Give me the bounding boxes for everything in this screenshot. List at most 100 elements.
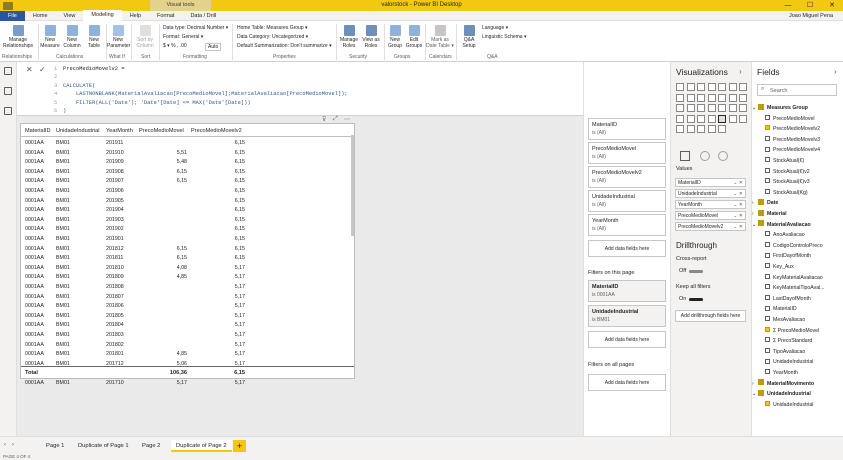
tab-help[interactable]: Help <box>122 11 149 21</box>
line-clustered-visual-icon[interactable] <box>707 93 716 102</box>
table-row[interactable]: 0001AA BM01 201902 6,15 <box>21 224 354 234</box>
slicer-visual-icon[interactable] <box>707 114 716 123</box>
table-row[interactable]: 0001AA BM01 201905 6,15 <box>21 196 354 206</box>
field-checkbox[interactable] <box>765 125 770 131</box>
more-visual-icon[interactable] <box>718 125 726 133</box>
table-row[interactable]: 0001AA BM01 201908 6,15 6,15 <box>21 167 354 177</box>
field-item[interactable]: StockAtual(€)v3 <box>765 177 810 187</box>
column-header-materialid[interactable]: MaterialID <box>25 128 51 134</box>
manage-relationships-button[interactable]: Manage Relationships <box>3 25 33 49</box>
field-item[interactable]: PrecoMedioMovelv4 <box>765 145 820 155</box>
format-tab-icon[interactable] <box>700 151 710 161</box>
clustered-column-visual-icon[interactable] <box>707 83 716 91</box>
table-row[interactable]: 0001AA BM01 201811 6,15 6,15 <box>21 253 354 263</box>
field-item[interactable]: UnidadeIndustrial <box>765 357 813 367</box>
focus-mode-icon[interactable]: ⤢ <box>333 116 338 123</box>
table-row[interactable]: 0001AA BM01 201910 5,51 6,15 <box>21 148 354 158</box>
prev-page-icon[interactable]: ‹ <box>4 442 6 448</box>
default-summarization-dropdown[interactable]: Default Summarization: Don't summarize ▾ <box>237 43 332 49</box>
filter-card-precomediomovelv2[interactable]: PrecoMedioMovelv2 is (All) <box>588 166 666 188</box>
field-table[interactable]: ⌄ UnidadeIndustrial <box>752 389 811 399</box>
format-dropdown[interactable]: Format: General ▾ <box>163 34 203 40</box>
minimize-button[interactable]: — <box>777 0 799 11</box>
remove-field-icon[interactable]: ⌄ ✕ <box>733 223 743 231</box>
new-group-button[interactable]: New Group <box>385 25 405 49</box>
field-item[interactable]: PrecoMedioMovelv2 <box>765 124 820 134</box>
field-item[interactable]: PrecoMedioMovelv3 <box>765 135 820 145</box>
filter-card-yearmonth[interactable]: YearMonth is (All) <box>588 214 666 236</box>
view-as-roles-button[interactable]: View as Roles <box>360 25 382 49</box>
tab-format[interactable]: Format <box>149 11 182 21</box>
home-table-dropdown[interactable]: Home Table: Measures Group ▾ <box>237 25 308 31</box>
filled-map-visual-icon[interactable] <box>718 104 726 112</box>
language-dropdown[interactable]: Language ▾ <box>482 25 508 31</box>
linguistic-schema-dropdown[interactable]: Linguistic Schema ▾ <box>482 34 526 40</box>
field-checkbox[interactable] <box>765 114 770 120</box>
well-precomediomovelv2[interactable]: PrecoMedioMovelv2 ⌄ ✕ <box>675 222 746 231</box>
tab-file[interactable]: File <box>0 10 25 21</box>
column-header-unidadeindustrial[interactable]: UnidadeIndustrial <box>56 128 100 134</box>
well-yearmonth[interactable]: YearMonth ⌄ ✕ <box>675 200 746 209</box>
table-visual[interactable]: MaterialID UnidadeIndustrial YearMonth P… <box>20 123 355 386</box>
cancel-formula-icon[interactable]: ✕ <box>26 65 33 74</box>
page-tab-2[interactable]: Duplicate of Page 1 <box>73 440 134 452</box>
table-row[interactable]: 0001AA BM01 201805 5,17 <box>21 311 354 321</box>
qna-visual-icon[interactable] <box>707 125 716 133</box>
well-precomediomovel[interactable]: PrecoMedioMovel ⌄ ✕ <box>675 211 746 220</box>
field-table[interactable]: ⌄ Measures Group <box>752 103 808 113</box>
collapse-chevron-icon[interactable]: › <box>739 67 742 76</box>
field-table[interactable]: › MaterialMovimento <box>752 379 814 389</box>
add-report-filter-field[interactable]: Add data fields here <box>588 374 666 391</box>
scatter-visual-icon[interactable] <box>739 93 747 102</box>
remove-field-icon[interactable]: ⌄ ✕ <box>733 190 743 198</box>
remove-field-icon[interactable]: ⌄ ✕ <box>733 179 743 187</box>
field-checkbox[interactable] <box>765 135 770 141</box>
field-item[interactable]: StockAtual(€) <box>765 156 804 166</box>
new-column-button[interactable]: New Column <box>62 25 82 49</box>
decimal-places-input[interactable]: Auto <box>205 43 222 51</box>
cross-report-toggle[interactable] <box>689 270 703 273</box>
table-row[interactable]: 0001AA BM01 201802 5,17 <box>21 340 354 350</box>
column-header-precomediomovelv2[interactable]: PrecoMedioMovelv2 <box>191 128 242 134</box>
area-visual-icon[interactable] <box>676 93 684 102</box>
format-symbols[interactable]: $ ▾ % , .00 <box>163 43 187 49</box>
filter-card-unidadeindustrial[interactable]: UnidadeIndustrial is (All) <box>588 190 666 212</box>
add-page-button[interactable]: + <box>233 440 246 452</box>
stacked-column-visual-icon[interactable] <box>686 83 695 91</box>
field-item[interactable]: Σ PrecoMedioMovel <box>765 326 819 336</box>
r-script-visual-icon[interactable] <box>739 114 747 123</box>
table-scrollbar[interactable] <box>351 135 354 236</box>
100-bar-visual-icon[interactable] <box>718 83 726 91</box>
field-checkbox[interactable] <box>765 294 770 300</box>
model-view-icon[interactable] <box>4 107 12 115</box>
page-tab-1[interactable]: Page 1 <box>41 440 69 452</box>
field-checkbox[interactable] <box>765 305 770 311</box>
close-button[interactable]: ✕ <box>821 0 843 11</box>
report-view-icon[interactable] <box>4 67 12 75</box>
line-column-visual-icon[interactable] <box>697 93 705 102</box>
fields-tab-icon[interactable] <box>680 151 690 161</box>
field-checkbox[interactable] <box>765 400 770 406</box>
field-item[interactable]: KeyMaterialAvaliacao <box>765 273 823 283</box>
qa-setup-button[interactable]: Q&A Setup <box>459 25 479 49</box>
field-table[interactable]: › Date <box>752 198 778 208</box>
well-unidadeindustrial[interactable]: UnidadeIndustrial ⌄ ✕ <box>675 189 746 198</box>
field-table[interactable]: ⌄ MaterialAvaliacao <box>752 220 811 230</box>
donut-visual-icon[interactable] <box>686 104 695 112</box>
field-item[interactable]: PrecoMedioMovel <box>765 114 815 124</box>
field-item[interactable]: KeyMaterialTipoAval... <box>765 283 825 293</box>
map-visual-icon[interactable] <box>707 104 716 112</box>
tab-view[interactable]: View <box>56 11 84 21</box>
field-checkbox[interactable] <box>765 252 770 258</box>
clustered-bar-visual-icon[interactable] <box>697 83 705 91</box>
field-checkbox[interactable] <box>765 273 770 279</box>
field-checkbox[interactable] <box>765 167 770 173</box>
field-checkbox[interactable] <box>765 337 770 343</box>
field-checkbox[interactable] <box>765 157 770 163</box>
matrix-visual-icon[interactable] <box>728 114 737 123</box>
remove-field-icon[interactable]: ⌄ ✕ <box>733 212 743 220</box>
field-item[interactable]: AnoAvaliacao <box>765 230 805 240</box>
table-visual-icon[interactable] <box>718 114 726 123</box>
field-item[interactable]: StockAtual(€)v2 <box>765 167 810 177</box>
field-checkbox[interactable] <box>765 358 770 364</box>
